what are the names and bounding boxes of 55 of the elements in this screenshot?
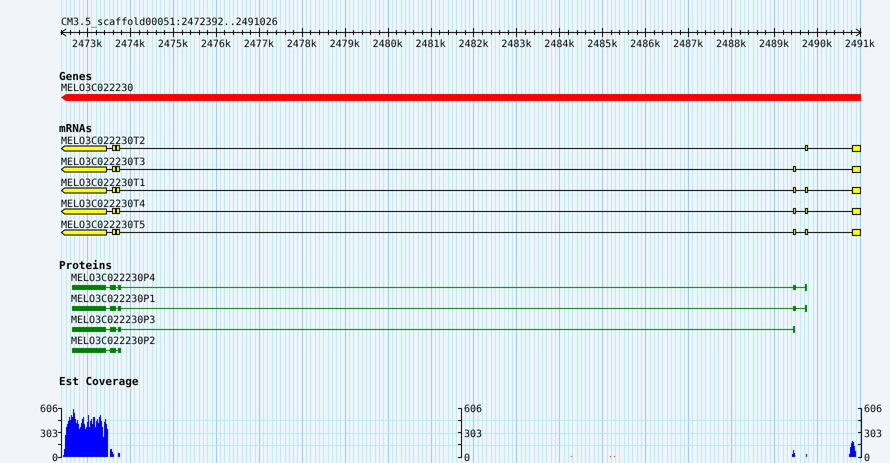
transcript-label: MELO3C022230T4 bbox=[61, 199, 146, 210]
axis-label: 606 bbox=[40, 404, 58, 415]
ruler-tick-label: 2482k bbox=[458, 39, 489, 50]
transcript-label: MELO3C022230T3 bbox=[61, 157, 146, 168]
ruler-tick-label: 2474k bbox=[114, 39, 146, 50]
ruler-tick-label: 2490k bbox=[802, 39, 832, 50]
ruler-tick-label: 2489k bbox=[758, 39, 790, 50]
transcript-glyph[interactable] bbox=[60, 187, 861, 194]
ruler-tick-label: 2481k bbox=[416, 39, 446, 50]
track-title: mRNAs bbox=[59, 122, 92, 135]
ruler-tick-label: 2478k bbox=[286, 39, 317, 50]
axis-label: 606 bbox=[864, 404, 882, 415]
protein-glyph[interactable] bbox=[72, 284, 807, 291]
axis-label: 303 bbox=[464, 429, 482, 440]
axis-label: 606 bbox=[464, 404, 482, 415]
gene-label: MELO3C022230 bbox=[61, 83, 134, 94]
protein-label: MELO3C022230P3 bbox=[71, 315, 156, 326]
track-title: Est Coverage bbox=[59, 375, 138, 388]
axis-label: 0 bbox=[52, 453, 58, 463]
protein-glyph[interactable] bbox=[72, 348, 122, 353]
transcript-glyph[interactable] bbox=[60, 208, 861, 215]
transcript-glyph[interactable] bbox=[60, 166, 861, 173]
transcript-label: MELO3C022230T1 bbox=[61, 178, 146, 189]
protein-label: MELO3C022230P1 bbox=[71, 294, 156, 305]
ruler-tick-label: 2491k bbox=[844, 39, 875, 50]
ruler-tick-label: 2480k bbox=[372, 39, 403, 50]
transcript-glyph[interactable] bbox=[60, 229, 861, 236]
ruler-tick-label: 2483k bbox=[501, 39, 532, 50]
coverage-axis bbox=[58, 408, 62, 458]
transcript-label: MELO3C022230T5 bbox=[61, 220, 146, 231]
ruler-tick-label: 2473k bbox=[72, 39, 102, 50]
axis-label: 0 bbox=[864, 453, 870, 463]
ruler-tick-label: 2487k bbox=[673, 39, 704, 50]
protein-label: MELO3C022230P2 bbox=[71, 336, 156, 347]
ruler-tick-label: 2479k bbox=[330, 39, 360, 50]
ruler-tick-label: 2485k bbox=[587, 39, 618, 50]
ruler-tick-label: 2486k bbox=[630, 39, 660, 50]
location-label: CM3.5_scaffold00051:2472392..2491026 bbox=[61, 17, 278, 28]
coverage-axis bbox=[458, 408, 462, 458]
track-title: Genes bbox=[59, 70, 92, 83]
ruler-tick-label: 2475k bbox=[158, 39, 188, 50]
protein-glyph[interactable] bbox=[72, 326, 795, 333]
ruler-tick-label: 2488k bbox=[716, 39, 746, 50]
coverage-axis bbox=[858, 408, 862, 458]
axis-label: 303 bbox=[864, 429, 882, 440]
track-title: Proteins bbox=[59, 259, 112, 272]
axis-label: 303 bbox=[40, 429, 58, 440]
ruler-tick-label: 2484k bbox=[544, 39, 574, 50]
ruler-tick-label: 2477k bbox=[244, 39, 274, 50]
transcript-label: MELO3C022230T2 bbox=[61, 136, 146, 147]
transcript-glyph[interactable] bbox=[60, 145, 861, 152]
protein-label: MELO3C022230P4 bbox=[71, 273, 156, 284]
protein-glyph[interactable] bbox=[72, 305, 807, 312]
axis-label: 0 bbox=[464, 453, 470, 463]
ruler-tick-label: 2476k bbox=[200, 39, 231, 50]
